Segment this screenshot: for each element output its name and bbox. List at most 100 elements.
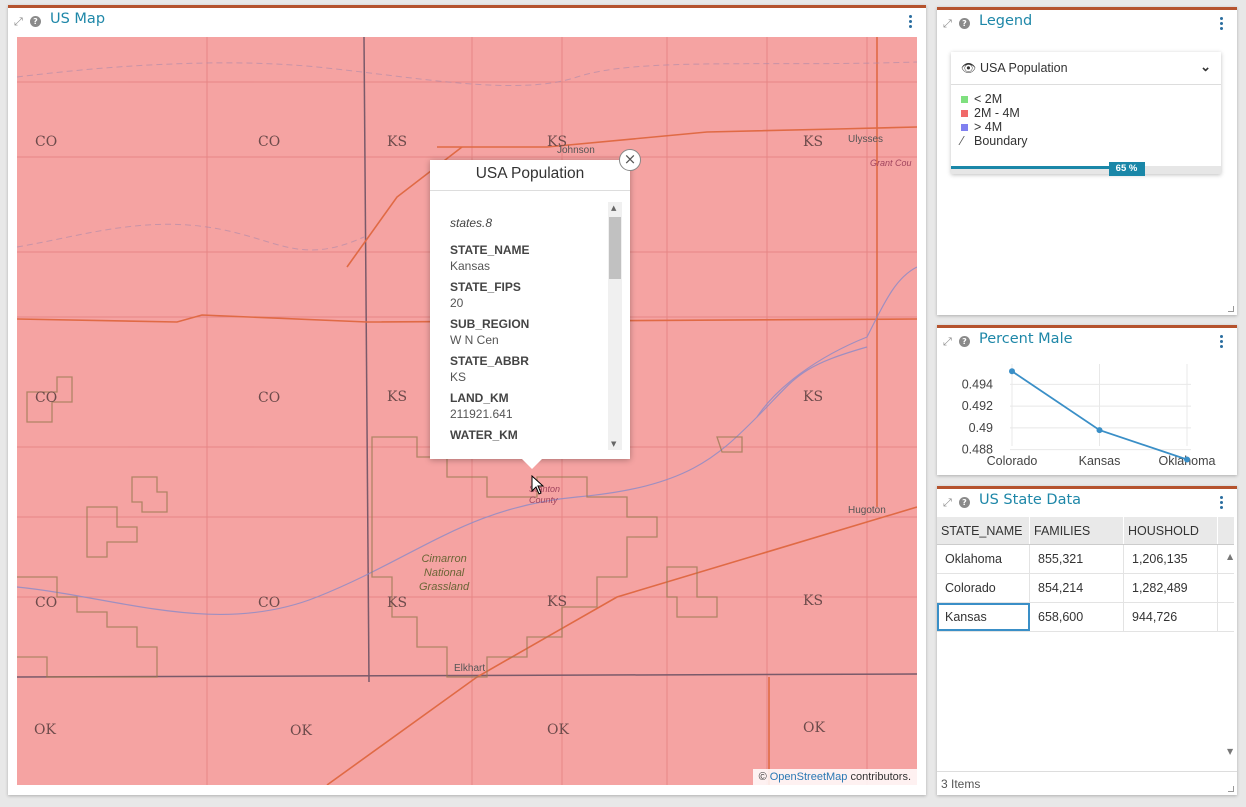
state-label: CO [258, 134, 281, 150]
eye-icon[interactable]: 👁 [961, 61, 976, 75]
field-key: LAND_KM [450, 391, 509, 405]
state-label: KS [803, 134, 824, 150]
kebab-menu-icon[interactable] [1220, 496, 1223, 511]
state-label: CO [258, 595, 281, 611]
state-label: OK [290, 723, 312, 739]
opacity-slider-handle[interactable]: 65 % [1108, 162, 1145, 176]
table-cell[interactable]: 855,321 [1030, 545, 1124, 573]
table-cell[interactable]: 658,600 [1030, 603, 1124, 631]
expand-icon[interactable]: ⤢ [943, 17, 952, 31]
field-key: SUB_REGION [450, 317, 530, 331]
state-label: CO [258, 390, 281, 406]
scrollbar-thumb[interactable] [609, 217, 621, 279]
park-label-line: Cimarron [421, 553, 467, 565]
kebab-menu-icon[interactable] [1220, 17, 1223, 32]
popup-title: USA Population [430, 160, 630, 191]
field-value: 211921.641 [450, 407, 513, 421]
scroll-down-icon[interactable]: ▼ [1227, 747, 1233, 756]
legend-item-label: 2M - 4M [974, 106, 1020, 120]
field-key: WATER_KM [450, 428, 518, 442]
popup-field: STATE_FIPS 20 [450, 280, 605, 310]
panel-title: US State Data [979, 492, 1082, 508]
table-cell-selected[interactable]: Kansas [937, 603, 1030, 631]
legend-swatch [961, 96, 968, 103]
data-point [1096, 427, 1103, 434]
scroll-down-icon[interactable]: ▼ [611, 440, 616, 448]
field-key: STATE_NAME [450, 243, 530, 257]
state-label: KS [547, 594, 568, 610]
popup-pointer [522, 459, 542, 469]
county-label: Grant Cou [870, 158, 912, 168]
park-label: Cimarron National Grassland [419, 552, 469, 594]
close-icon[interactable]: × [619, 149, 641, 171]
table-cell[interactable]: Oklahoma [937, 545, 1030, 573]
popup-scrollbar[interactable]: ▲ ▼ [608, 202, 622, 450]
table-cell[interactable]: 854,214 [1030, 574, 1124, 602]
scroll-up-icon[interactable]: ▲ [1227, 552, 1233, 561]
opacity-slider[interactable]: 65 % [951, 162, 1221, 176]
legend-items: < 2M 2M - 4M > 4M ⁄ Boundary [951, 85, 1221, 155]
state-label: KS [387, 134, 408, 150]
state-label: CO [35, 595, 58, 611]
legend-layer-card: 👁 USA Population ⌄ < 2M 2M - 4M > 4M ⁄ Bo… [951, 52, 1221, 176]
table-scrollbar[interactable]: ▲ ▼ [1225, 544, 1237, 756]
field-key: STATE_FIPS [450, 280, 521, 294]
column-header[interactable]: FAMILIES [1030, 517, 1124, 544]
park-label-line: Grassland [419, 581, 470, 593]
openstreetmap-link[interactable]: OpenStreetMap [770, 771, 848, 783]
chevron-down-icon[interactable]: ⌄ [1200, 59, 1211, 75]
popup-field: SUB_REGION W N Cen [450, 317, 605, 347]
state-data-table: STATE_NAME FAMILIES HOUSHOLD Oklahoma 85… [937, 517, 1234, 632]
legend-swatch [961, 110, 968, 117]
scroll-up-icon[interactable]: ▲ [611, 204, 616, 212]
legend-panel-header: ⤢ ? Legend [937, 10, 1237, 38]
x-tick-label: Kansas [1079, 454, 1121, 468]
expand-icon[interactable]: ⤢ [14, 15, 23, 29]
field-value: 20 [450, 296, 464, 310]
column-header[interactable]: STATE_NAME [937, 517, 1030, 544]
park-label-line: National [423, 567, 465, 579]
city-label: Hugoton [848, 505, 886, 516]
table-cell[interactable]: 1,282,489 [1124, 574, 1218, 602]
panel-title: Legend [979, 13, 1033, 29]
chart-panel: ⤢ ? Percent Male 0.494 0.492 0.49 0.488 Colo… [937, 325, 1237, 475]
table-row[interactable]: Kansas 658,600 944,726 [937, 603, 1234, 632]
expand-icon[interactable]: ⤢ [943, 335, 952, 349]
expand-icon[interactable]: ⤢ [943, 496, 952, 510]
column-header[interactable]: HOUSHOLD [1124, 517, 1218, 544]
table-row[interactable]: Oklahoma 855,321 1,206,135 [937, 545, 1234, 574]
legend-item: > 4M [961, 120, 1211, 134]
popup-field: WATER_KM [450, 428, 605, 442]
popup-layer-name: states.8 [450, 216, 493, 230]
city-label: Elkhart [454, 663, 486, 674]
table-footer: 3 Items [937, 771, 1237, 795]
table-row[interactable]: Colorado 854,214 1,282,489 [937, 574, 1234, 603]
table-cell[interactable]: 1,206,135 [1124, 545, 1218, 573]
table-cell[interactable]: Colorado [937, 574, 1030, 602]
data-point [1009, 368, 1015, 375]
data-point [1184, 456, 1190, 463]
help-icon[interactable]: ? [30, 16, 41, 27]
help-icon[interactable]: ? [959, 18, 970, 29]
field-value: W N Cen [450, 333, 499, 347]
city-label: Ulysses [848, 134, 884, 145]
table-cell[interactable]: 944,726 [1124, 603, 1218, 631]
legend-layer-header[interactable]: 👁 USA Population ⌄ [951, 52, 1221, 85]
legend-panel: ⤢ ? Legend 👁 USA Population ⌄ < 2M 2M - … [937, 7, 1237, 315]
help-icon[interactable]: ? [959, 336, 970, 347]
kebab-menu-icon[interactable] [909, 15, 912, 30]
help-icon[interactable]: ? [959, 497, 970, 508]
opacity-slider-fill [951, 166, 1127, 169]
state-label: KS [387, 595, 408, 611]
panel-title: US Map [50, 11, 106, 27]
state-label: KS [387, 389, 408, 405]
resize-handle[interactable] [1228, 786, 1234, 792]
kebab-menu-icon[interactable] [1220, 335, 1223, 350]
table-panel: ⤢ ? US State Data STATE_NAME FAMILIES HO… [937, 486, 1237, 795]
cursor-icon [531, 475, 545, 495]
state-label: OK [34, 722, 56, 738]
legend-item: ⁄ Boundary [961, 134, 1211, 148]
popup-field: STATE_NAME Kansas [450, 243, 605, 273]
popup-field: STATE_ABBR KS [450, 354, 605, 384]
resize-handle[interactable] [1228, 306, 1234, 312]
